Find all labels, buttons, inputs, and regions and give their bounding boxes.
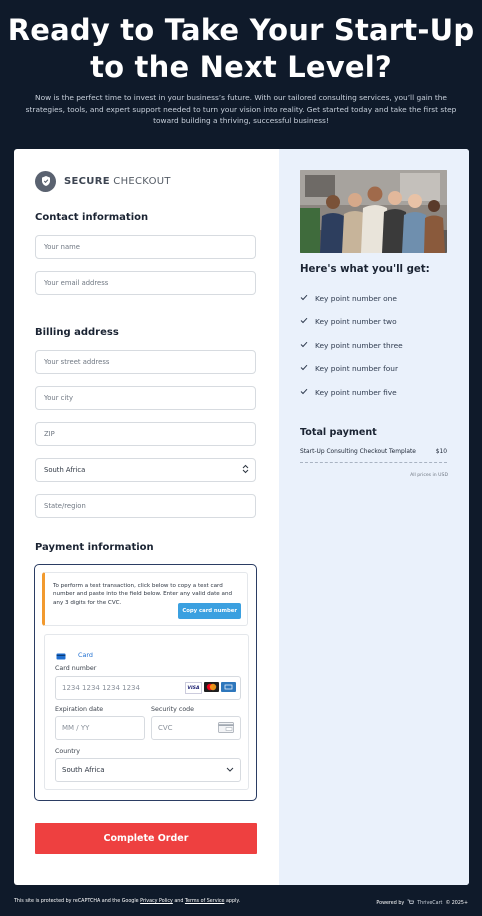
- check-icon: [300, 317, 308, 326]
- team-photo: [300, 170, 447, 253]
- payment-section-title: Payment information: [35, 542, 154, 553]
- terms-link[interactable]: Terms of Service: [185, 899, 225, 904]
- check-icon: [300, 364, 308, 373]
- card-number-label: Card number: [55, 665, 97, 672]
- item-name: Start-Up Consulting Checkout Template: [300, 449, 416, 455]
- shield-check-icon: [35, 170, 56, 192]
- thrivecart-logo-icon: [407, 899, 415, 907]
- secure-checkout-label: SECURE CHECKOUT: [64, 175, 171, 187]
- test-mode-notice: To perform a test transaction, click bel…: [42, 572, 248, 626]
- page-subtitle: Now is the perfect time to invest in you…: [25, 93, 457, 125]
- secure-checkout-header: SECURE CHECKOUT: [35, 170, 171, 192]
- check-icon: [300, 341, 308, 350]
- cvc-label: Security code: [151, 706, 195, 713]
- billing-section-title: Billing address: [35, 327, 119, 338]
- page-headline: Ready to Take Your Start-Up to the Next …: [7, 13, 475, 84]
- name-input[interactable]: Your name: [35, 235, 256, 259]
- payment-box: To perform a test transaction, click bel…: [34, 564, 257, 801]
- card-brands: VISA: [185, 682, 236, 694]
- card-tab-label: Card: [78, 650, 93, 659]
- country-select[interactable]: South Africa: [35, 458, 256, 482]
- chevron-down-icon: [226, 766, 234, 774]
- powered-by: Powered by ThriveCart © 2025+: [376, 899, 468, 907]
- country-label: Country: [55, 748, 81, 755]
- complete-order-button[interactable]: Complete Order: [35, 823, 257, 854]
- benefit-item: Key point number one: [300, 294, 397, 303]
- amex-icon: [221, 682, 236, 692]
- check-icon: [300, 388, 308, 397]
- privacy-policy-link[interactable]: Privacy Policy: [140, 899, 173, 904]
- card-payment-form: Card Card number 1234 1234 1234 1234 VIS…: [44, 634, 249, 790]
- copy-card-button[interactable]: Copy card number: [178, 602, 241, 619]
- cvc-input[interactable]: CVC: [151, 716, 241, 740]
- order-summary-panel: Here's what you'll get: Key point number…: [279, 149, 469, 885]
- total-payment-title: Total payment: [300, 427, 377, 438]
- checkout-card: SECURE CHECKOUT Contact information Your…: [14, 149, 469, 885]
- thrivecart-brand[interactable]: ThriveCart: [417, 901, 442, 906]
- summary-divider: [300, 462, 447, 463]
- updown-chevron-icon: [242, 464, 249, 476]
- check-icon: [300, 294, 308, 303]
- benefit-item: Key point number three: [300, 341, 403, 350]
- benefits-title: Here's what you'll get:: [300, 264, 430, 275]
- card-number-input[interactable]: 1234 1234 1234 1234 VISA: [55, 676, 241, 700]
- cvc-card-icon: [218, 721, 234, 735]
- currency-note: All prices in USD: [410, 473, 448, 478]
- item-price: $10: [435, 449, 447, 455]
- zip-input[interactable]: ZIP: [35, 422, 256, 446]
- visa-icon: VISA: [185, 682, 202, 694]
- city-input[interactable]: Your city: [35, 386, 256, 410]
- card-tab[interactable]: Card: [56, 645, 93, 664]
- state-input[interactable]: State/region: [35, 494, 256, 518]
- benefit-item: Key point number four: [300, 364, 398, 373]
- contact-section-title: Contact information: [35, 212, 149, 223]
- card-country-select[interactable]: South Africa: [55, 758, 241, 782]
- expiry-input[interactable]: MM / YY: [55, 716, 145, 740]
- expiry-label: Expiration date: [55, 706, 104, 713]
- email-input[interactable]: Your email address: [35, 271, 256, 295]
- recaptcha-notice: This site is protected by reCAPTCHA and …: [14, 899, 241, 904]
- credit-card-icon: [56, 645, 66, 664]
- street-input[interactable]: Your street address: [35, 350, 256, 374]
- mastercard-icon: [204, 682, 219, 692]
- benefit-item: Key point number five: [300, 388, 397, 397]
- benefit-item: Key point number two: [300, 317, 397, 326]
- order-line-item: Start-Up Consulting Checkout Template $1…: [300, 449, 447, 455]
